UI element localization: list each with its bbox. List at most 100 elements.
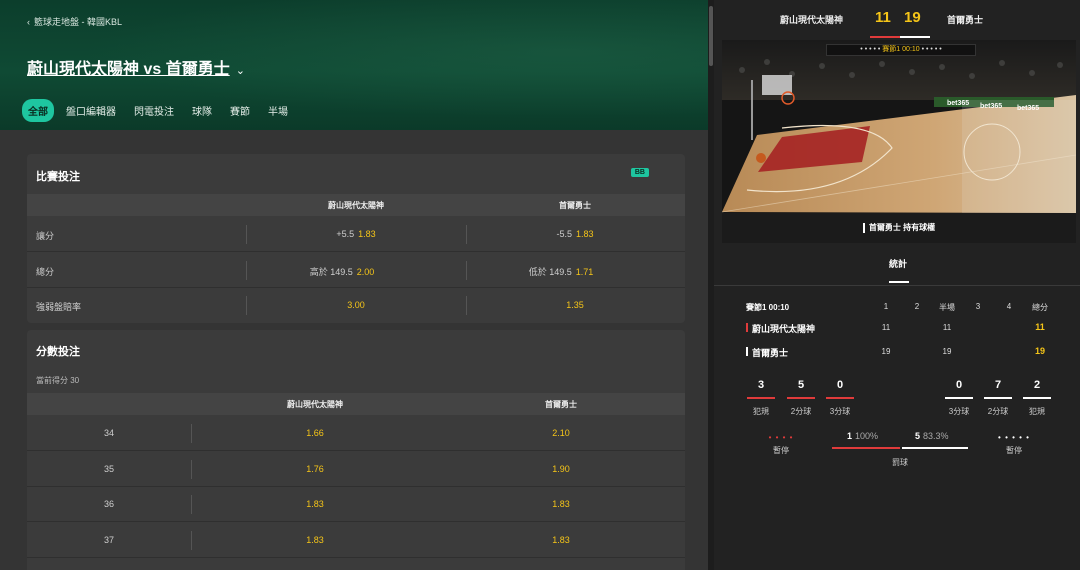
odds-value: 1.83 — [358, 229, 376, 239]
match-live-panel: 蔚山現代太陽神 11 19 首爾勇士 • • • • • 賽節1 00:10 •… — [714, 0, 1080, 570]
stat-label: 犯規 — [753, 407, 769, 416]
table-row: 35 1.76 1.90 — [27, 452, 685, 487]
match-animation: • • • • • 賽節1 00:10 • • • • • bet365 bet… — [722, 40, 1076, 213]
stat-label: 3分球 — [829, 407, 851, 416]
divider — [466, 261, 467, 280]
tab-quarters[interactable]: 賽節 — [224, 99, 256, 122]
odds-button[interactable]: 1.83 — [306, 499, 324, 509]
divider — [714, 285, 1080, 286]
stat-value: 2 — [1033, 379, 1041, 391]
odds-button[interactable]: 低於 149.5 1.71 — [529, 265, 594, 278]
table-header: 蔚山現代太陽神 首爾勇士 — [27, 393, 685, 415]
odds-button[interactable]: 3.00 — [347, 300, 365, 310]
stat-value: 0 — [836, 379, 844, 391]
line-value: +5.5 — [336, 229, 355, 239]
market-label: 強弱盤賠率 — [36, 302, 82, 312]
divider — [191, 460, 192, 479]
odds-button[interactable]: 1.83 — [552, 535, 570, 545]
stat-value: 0 — [955, 379, 963, 391]
divider — [191, 424, 192, 443]
odds-button[interactable]: -5.5 1.83 — [556, 229, 593, 239]
odds-button[interactable]: 1.35 — [566, 300, 584, 310]
ft-value: 5 — [915, 431, 921, 441]
market-tabs: 全部 盤口編輯器 閃電投注 球隊 賽節 半場 — [22, 99, 300, 122]
markets-panel: ‹ 籃球走地盤 - 韓國KBL 蔚山現代太陽神 vs 首爾勇士 ⌄ 全部 盤口編輯器… — [0, 0, 708, 570]
tab-teams[interactable]: 球隊 — [186, 99, 218, 122]
stat-value: 3 — [757, 379, 765, 391]
stat-underline — [945, 397, 973, 399]
score-cell: 11 — [881, 323, 891, 332]
points-label: 37 — [103, 535, 115, 545]
odds-value: 1.71 — [575, 267, 594, 277]
quarter-label: 賽節1 — [882, 46, 901, 53]
tab-stats[interactable]: 統計 — [889, 257, 907, 270]
stat-label: 犯規 — [1029, 407, 1045, 416]
match-title-text: 蔚山現代太陽神 vs 首爾勇士 — [27, 61, 230, 78]
divider — [191, 495, 192, 514]
column-header: 2 — [914, 302, 920, 311]
free-throw-label: 罰球 — [892, 458, 908, 467]
timeout-dots-right: • • • • • — [921, 46, 942, 53]
away-score: 19 — [904, 9, 921, 26]
odds-button[interactable]: 2.10 — [552, 428, 570, 438]
odds-button[interactable]: 1.76 — [306, 464, 324, 474]
away-free-throws: 5 83.3% — [915, 431, 949, 441]
ft-percent: 100% — [855, 431, 879, 441]
home-timeout-label: 暫停 — [773, 446, 789, 455]
table-row: 34 1.66 2.10 — [27, 416, 685, 451]
away-timeout-dots: • • • • • — [998, 433, 1030, 442]
table-row: 讓分 +5.5 1.83 -5.5 1.83 — [27, 217, 685, 252]
odds-button[interactable]: 高於 149.5 2.00 — [310, 265, 375, 278]
home-color-bar — [746, 323, 748, 332]
stat-underline — [787, 397, 815, 399]
court-graphic: bet365 bet365 bet365 — [722, 40, 1076, 213]
bet-builder-badge: BB — [630, 168, 649, 177]
tab-quick-bet[interactable]: 閃電投注 — [128, 99, 180, 122]
game-clock: • • • • • 賽節1 00:10 • • • • • — [826, 44, 976, 56]
ft-percent: 83.3% — [923, 431, 949, 441]
stat-value: 7 — [994, 379, 1002, 391]
home-team-name: 蔚山現代太陽神 — [780, 15, 844, 25]
stat-value: 5 — [797, 379, 805, 391]
home-team-header: 蔚山現代太陽神 — [287, 400, 343, 409]
chevron-left-icon: ‹ — [27, 17, 30, 27]
table-row: 強弱盤賠率 3.00 1.35 — [27, 288, 685, 323]
possession-text: 首爾勇士 持有球權 — [868, 223, 936, 232]
match-title[interactable]: 蔚山現代太陽神 vs 首爾勇士 ⌄ — [27, 55, 245, 79]
divider — [191, 531, 192, 550]
odds-value: 1.83 — [575, 229, 594, 239]
odds-button[interactable]: 1.83 — [306, 535, 324, 545]
tab-all[interactable]: 全部 — [22, 99, 54, 122]
table-row: 37 1.83 1.83 — [27, 523, 685, 558]
stat-label: 2分球 — [790, 407, 812, 416]
ft-value: 1 — [847, 431, 853, 441]
tab-bet-builder[interactable]: 盤口編輯器 — [60, 99, 122, 122]
home-free-throws: 1 100% — [847, 431, 878, 441]
points-bet-card: 分數投注 當前得分 30 蔚山現代太陽神 首爾勇士 34 1.66 2.10 3… — [27, 330, 685, 570]
away-ft-bar — [902, 447, 968, 449]
scrollbar-thumb[interactable] — [709, 6, 713, 66]
divider — [246, 261, 247, 280]
breadcrumb-label: 籃球走地盤 - 韓國KBL — [34, 17, 123, 27]
away-team-name: 首爾勇士 — [752, 348, 789, 358]
odds-button[interactable]: 1.90 — [552, 464, 570, 474]
home-team-header: 蔚山現代太陽神 — [328, 201, 384, 210]
points-label: 34 — [103, 428, 115, 438]
match-header: ‹ 籃球走地盤 - 韓國KBL 蔚山現代太陽神 vs 首爾勇士 ⌄ 全部 盤口編輯器… — [0, 0, 708, 130]
line-value: 低於 149.5 — [528, 267, 572, 277]
odds-button[interactable]: 1.66 — [306, 428, 324, 438]
column-header: 總分 — [1032, 303, 1048, 312]
market-label: 讓分 — [36, 231, 55, 241]
odds-button[interactable]: 1.83 — [552, 499, 570, 509]
card-title: 比賽投注 — [36, 171, 80, 183]
card-title: 分數投注 — [36, 346, 80, 358]
odds-button[interactable]: +5.5 1.83 — [336, 229, 375, 239]
period-clock: 賽節1 00:10 — [746, 303, 790, 312]
divider — [246, 225, 247, 244]
tab-half[interactable]: 半場 — [262, 99, 294, 122]
breadcrumb[interactable]: ‹ 籃球走地盤 - 韓國KBL — [27, 15, 122, 28]
points-label: 35 — [103, 464, 115, 474]
table-row: 36 1.83 1.83 — [27, 487, 685, 522]
column-header: 3 — [975, 302, 981, 311]
away-team-header: 首爾勇士 — [559, 201, 591, 210]
